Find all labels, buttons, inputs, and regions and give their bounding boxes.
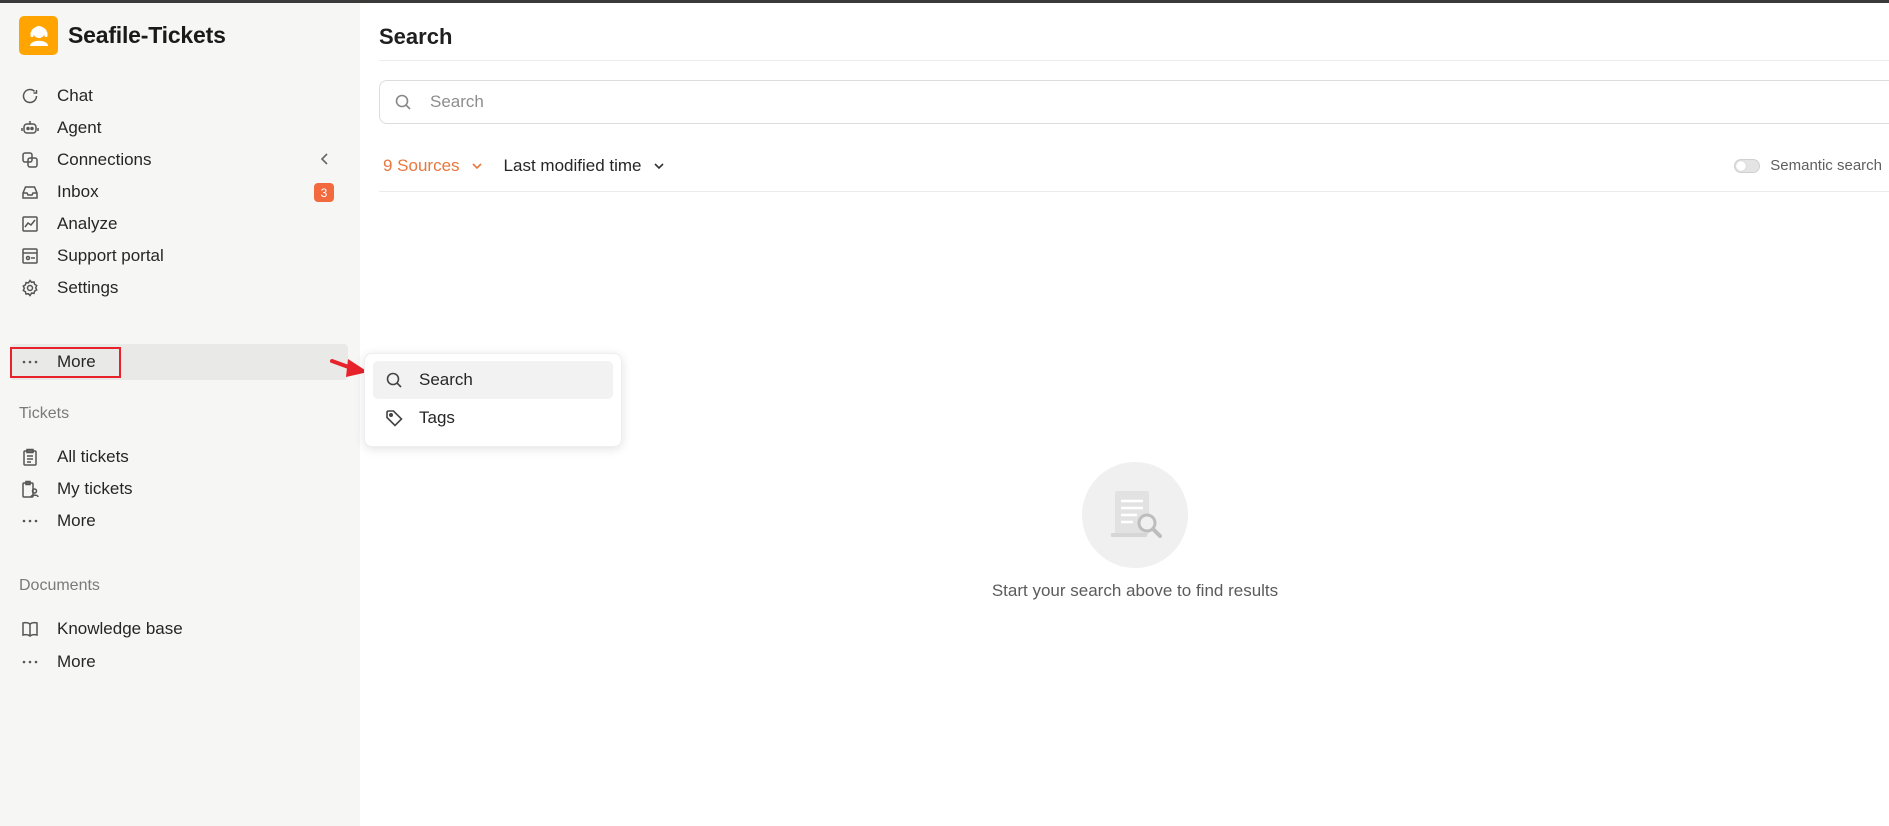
book-icon bbox=[19, 618, 41, 640]
semantic-search-toggle-group: Semantic search bbox=[1734, 157, 1882, 174]
brand[interactable]: Seafile-Tickets bbox=[19, 15, 226, 55]
sources-dropdown[interactable]: 9 Sources bbox=[383, 156, 484, 176]
search-input[interactable] bbox=[428, 91, 1832, 113]
sidebar: Seafile-Tickets Chat Agent Connections I… bbox=[0, 3, 360, 826]
dots-icon bbox=[19, 651, 41, 673]
sidebar-item-label: More bbox=[57, 511, 96, 530]
filter-row: 9 Sources Last modified time bbox=[383, 153, 666, 179]
menu-item-search[interactable]: Search bbox=[373, 361, 613, 399]
sidebar-item-agent[interactable]: Agent bbox=[10, 110, 348, 146]
inbox-icon bbox=[19, 181, 41, 203]
divider bbox=[379, 191, 1889, 192]
more-popup-menu: Search Tags bbox=[364, 353, 622, 447]
sidebar-item-label: Chat bbox=[57, 86, 93, 105]
dots-icon bbox=[19, 351, 41, 373]
chevron-left-icon[interactable] bbox=[318, 151, 332, 171]
sidebar-item-my-tickets[interactable]: My tickets bbox=[10, 471, 348, 507]
sidebar-item-label: My tickets bbox=[57, 479, 133, 498]
sidebar-item-label: Settings bbox=[57, 278, 119, 297]
sidebar-item-analyze[interactable]: Analyze bbox=[10, 206, 348, 242]
sidebar-item-label: More bbox=[57, 652, 96, 671]
page-title: Search bbox=[379, 24, 453, 49]
sidebar-item-tickets-more[interactable]: More bbox=[10, 503, 348, 539]
search-icon bbox=[385, 370, 405, 390]
menu-item-label: Search bbox=[419, 370, 473, 389]
empty-search-illustration-icon bbox=[1082, 462, 1188, 568]
connections-icon bbox=[19, 149, 41, 171]
gear-icon bbox=[19, 277, 41, 299]
sidebar-item-label: Knowledge base bbox=[57, 619, 183, 638]
sidebar-item-settings[interactable]: Settings bbox=[10, 270, 348, 306]
sidebar-item-knowledge-base[interactable]: Knowledge base bbox=[10, 611, 348, 647]
sidebar-item-label: Inbox bbox=[57, 182, 99, 201]
menu-item-label: Tags bbox=[419, 408, 455, 427]
portal-icon bbox=[19, 245, 41, 267]
semantic-search-label: Semantic search bbox=[1770, 157, 1882, 174]
sources-label: 9 Sources bbox=[383, 156, 460, 175]
sidebar-item-support-portal[interactable]: Support portal bbox=[10, 238, 348, 274]
tag-icon bbox=[385, 408, 405, 428]
search-box[interactable] bbox=[379, 80, 1889, 124]
sidebar-item-label: All tickets bbox=[57, 447, 129, 466]
sidebar-item-more[interactable]: More bbox=[10, 344, 348, 380]
dots-icon bbox=[19, 510, 41, 532]
sidebar-item-all-tickets[interactable]: All tickets bbox=[10, 439, 348, 475]
sidebar-item-label: More bbox=[57, 352, 96, 371]
tickets-section-label: Tickets bbox=[19, 405, 70, 422]
sidebar-item-label: Support portal bbox=[57, 246, 164, 265]
sidebar-item-label: Agent bbox=[57, 118, 102, 137]
user-clipboard-icon bbox=[19, 478, 41, 500]
search-icon bbox=[394, 92, 414, 112]
sidebar-item-connections[interactable]: Connections bbox=[10, 142, 348, 178]
chat-icon bbox=[19, 85, 41, 107]
sidebar-item-label: Analyze bbox=[57, 214, 118, 233]
clipboard-icon bbox=[19, 446, 41, 468]
chevron-down-icon bbox=[652, 159, 666, 173]
empty-state-message: Start your search above to find results bbox=[991, 581, 1279, 600]
inbox-count-badge: 3 bbox=[314, 183, 334, 202]
brand-logo bbox=[19, 15, 58, 55]
menu-item-tags[interactable]: Tags bbox=[373, 399, 613, 437]
toggle-knob bbox=[1736, 160, 1747, 171]
sidebar-item-chat[interactable]: Chat bbox=[10, 78, 348, 114]
app-name: Seafile-Tickets bbox=[68, 21, 226, 48]
last-modified-label: Last modified time bbox=[503, 156, 642, 175]
sidebar-item-label: Connections bbox=[57, 150, 152, 169]
sidebar-item-inbox[interactable]: Inbox 3 bbox=[10, 174, 348, 210]
last-modified-dropdown[interactable]: Last modified time bbox=[504, 156, 666, 176]
sidebar-item-documents-more[interactable]: More bbox=[10, 644, 348, 680]
documents-section-label: Documents bbox=[19, 577, 100, 594]
chevron-down-icon bbox=[470, 159, 484, 173]
robot-icon bbox=[19, 117, 41, 139]
divider bbox=[379, 60, 1889, 61]
semantic-search-toggle[interactable] bbox=[1734, 158, 1761, 173]
chart-icon bbox=[19, 213, 41, 235]
